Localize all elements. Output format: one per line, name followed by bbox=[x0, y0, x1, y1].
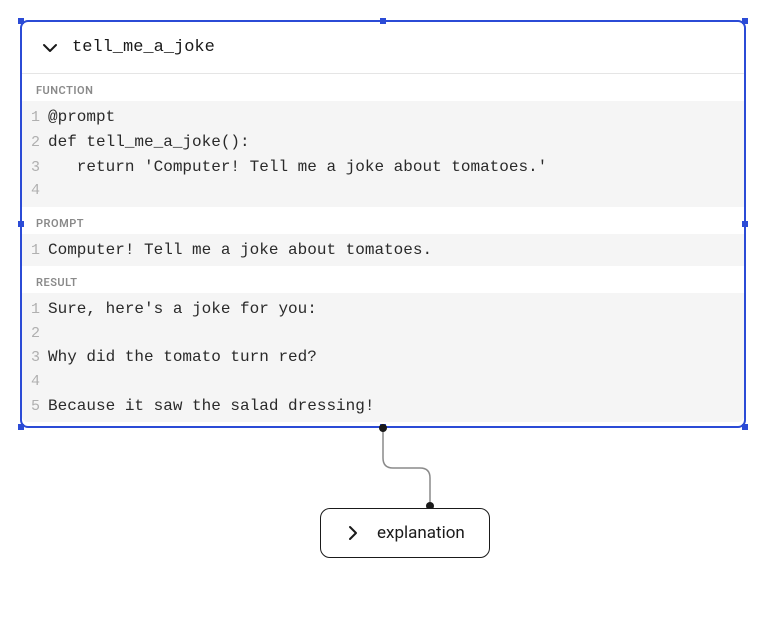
line-number: 4 bbox=[22, 370, 48, 393]
code-line: 1@prompt bbox=[22, 105, 744, 130]
line-number: 3 bbox=[22, 156, 48, 179]
joke-card[interactable]: tell_me_a_joke FUNCTION 1@prompt 2def te… bbox=[20, 20, 746, 428]
selection-handle[interactable] bbox=[742, 18, 748, 24]
explanation-title: explanation bbox=[377, 523, 465, 543]
card-header[interactable]: tell_me_a_joke bbox=[22, 22, 744, 74]
chevron-right-icon[interactable] bbox=[345, 525, 361, 541]
selection-handle[interactable] bbox=[18, 221, 24, 227]
section-label-result: RESULT bbox=[22, 266, 744, 293]
section-label-function: FUNCTION bbox=[22, 74, 744, 101]
code-line: 3 return 'Computer! Tell me a joke about… bbox=[22, 155, 744, 180]
card-title: tell_me_a_joke bbox=[72, 38, 215, 57]
line-number: 2 bbox=[22, 131, 48, 154]
selection-handle[interactable] bbox=[742, 221, 748, 227]
code-line: 5Because it saw the salad dressing! bbox=[22, 394, 744, 419]
code-block-function: 1@prompt 2def tell_me_a_joke(): 3 return… bbox=[22, 101, 744, 207]
line-number: 1 bbox=[22, 239, 48, 262]
code-block-prompt: 1Computer! Tell me a joke about tomatoes… bbox=[22, 234, 744, 267]
code-content: Sure, here's a joke for you: bbox=[48, 297, 317, 322]
line-number: 1 bbox=[22, 298, 48, 321]
line-number: 3 bbox=[22, 346, 48, 369]
code-content: def tell_me_a_joke(): bbox=[48, 130, 250, 155]
code-content: @prompt bbox=[48, 105, 115, 130]
line-number: 2 bbox=[22, 322, 48, 345]
line-number: 1 bbox=[22, 106, 48, 129]
line-number: 5 bbox=[22, 395, 48, 418]
code-block-result: 1Sure, here's a joke for you: 2 3Why did… bbox=[22, 293, 744, 422]
code-line: 1Computer! Tell me a joke about tomatoes… bbox=[22, 238, 744, 263]
code-content: return 'Computer! Tell me a joke about t… bbox=[48, 155, 547, 180]
card-body: FUNCTION 1@prompt 2def tell_me_a_joke():… bbox=[22, 74, 744, 426]
code-line: 2def tell_me_a_joke(): bbox=[22, 130, 744, 155]
code-content: Computer! Tell me a joke about tomatoes. bbox=[48, 238, 432, 263]
section-label-prompt: PROMPT bbox=[22, 207, 744, 234]
code-line: 1Sure, here's a joke for you: bbox=[22, 297, 744, 322]
chevron-down-icon[interactable] bbox=[42, 40, 58, 56]
code-content: Because it saw the salad dressing! bbox=[48, 394, 374, 419]
line-number: 4 bbox=[22, 179, 48, 202]
code-line: 2 bbox=[22, 322, 744, 345]
code-line: 3Why did the tomato turn red? bbox=[22, 345, 744, 370]
code-line: 4 bbox=[22, 179, 744, 202]
code-line: 4 bbox=[22, 370, 744, 393]
code-content: Why did the tomato turn red? bbox=[48, 345, 317, 370]
selection-handle[interactable] bbox=[18, 18, 24, 24]
selection-handle[interactable] bbox=[380, 18, 386, 24]
connector-area: explanation bbox=[20, 428, 746, 553]
explanation-card[interactable]: explanation bbox=[320, 508, 490, 558]
